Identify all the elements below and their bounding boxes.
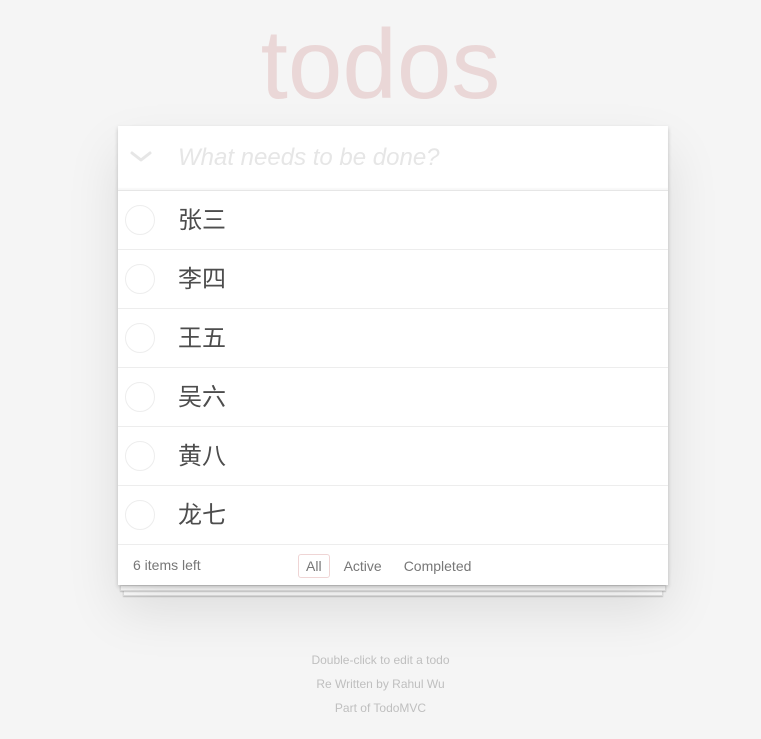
todo-item[interactable]: 龙七: [118, 486, 668, 545]
todo-header: [118, 126, 668, 191]
todo-item[interactable]: 李四: [118, 250, 668, 309]
stack-paper-1: [120, 585, 666, 591]
todo-checkbox[interactable]: [125, 500, 155, 530]
todo-list: 张三 李四 王五 吴六 黄八 龙七: [118, 191, 668, 545]
todo-label: 李四: [178, 265, 226, 293]
todo-label: 龙七: [178, 501, 226, 529]
items-left-count: 6 items left: [133, 557, 201, 573]
todo-item[interactable]: 黄八: [118, 427, 668, 486]
new-todo-input[interactable]: [178, 126, 658, 190]
todo-checkbox[interactable]: [125, 323, 155, 353]
page: todos 张三 李四 王五: [0, 0, 761, 739]
todo-checkbox[interactable]: [125, 205, 155, 235]
todo-item[interactable]: 张三: [118, 191, 668, 250]
filter-all[interactable]: All: [298, 554, 330, 578]
todo-footer: 6 items left All Active Completed: [118, 545, 668, 585]
filter-completed[interactable]: Completed: [396, 554, 480, 578]
todo-label: 张三: [178, 206, 226, 234]
todo-app: 张三 李四 王五 吴六 黄八 龙七 6 i: [118, 126, 668, 585]
todo-label: 吴六: [178, 383, 226, 411]
app-title: todos: [260, 9, 501, 119]
todo-label: 黄八: [178, 442, 226, 470]
todo-checkbox[interactable]: [125, 264, 155, 294]
info-author: Re Written by Rahul Wu: [316, 677, 445, 691]
chevron-down-icon[interactable]: [128, 143, 154, 169]
info-edit-hint: Double-click to edit a todo: [311, 653, 450, 667]
todo-label: 王五: [178, 324, 226, 352]
info-part-of: Part of TodoMVC: [334, 701, 427, 715]
todo-item[interactable]: 吴六: [118, 368, 668, 427]
info-footer: Double-click to edit a todo Re Written b…: [0, 648, 761, 720]
filter-active[interactable]: Active: [336, 554, 390, 578]
todo-checkbox[interactable]: [125, 441, 155, 471]
todo-item[interactable]: 王五: [118, 309, 668, 368]
filters: All Active Completed: [298, 554, 485, 578]
todo-checkbox[interactable]: [125, 382, 155, 412]
